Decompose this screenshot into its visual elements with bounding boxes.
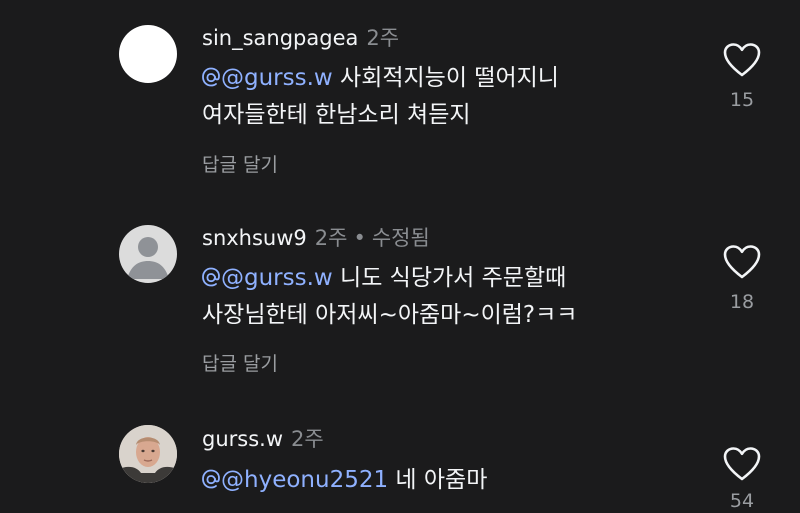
mention-text: @gurss.w [221, 65, 333, 91]
comment-meta: snxhsuw9 2주 • 수정됨 [202, 225, 430, 251]
comment-text: @gurss.w 사회적지능이 떨어지니 여자들한테 한남소리 쳐듣지 [202, 60, 559, 134]
timestamp: 2주 [291, 427, 324, 451]
comment-meta: sin_sangpagea 2주 [202, 25, 399, 51]
photo-avatar-image [119, 425, 177, 483]
mention-text: @gurss.w [221, 265, 333, 291]
like-button[interactable] [722, 244, 762, 280]
comment-line-2: 여자들한테 한남소리 쳐듣지 [202, 102, 471, 128]
threads-at-icon [202, 67, 220, 87]
timestamp: 2주 [314, 226, 348, 250]
comment-line-1: 니도 식당가서 주문할때 [332, 265, 567, 291]
comment-text: @hyeonu2521 네 아줌마 [202, 462, 487, 499]
comment-line-1: 네 아줌마 [388, 467, 488, 493]
like-button[interactable] [722, 446, 762, 482]
mention-link[interactable]: @hyeonu2521 [202, 467, 388, 493]
username[interactable]: sin_sangpagea [202, 26, 358, 50]
mention-link[interactable]: @gurss.w [202, 65, 333, 91]
username[interactable]: gurss.w [202, 427, 283, 451]
separator-dot: • [353, 226, 366, 250]
comment-line-2: 사장님한테 아저씨~아줌마~이럼?ㅋㅋ [202, 302, 578, 328]
avatar[interactable] [119, 25, 177, 83]
heart-outline-icon [723, 245, 761, 279]
reply-button[interactable]: 답글 달기 [202, 349, 278, 376]
username[interactable]: snxhsuw9 [202, 226, 307, 250]
comment-meta: gurss.w 2주 [202, 426, 324, 452]
heart-outline-icon [723, 447, 761, 481]
like-count: 54 [729, 490, 755, 512]
avatar[interactable] [119, 225, 177, 283]
like-count: 18 [729, 291, 755, 313]
timestamp: 2주 [366, 26, 400, 50]
like-button[interactable] [722, 42, 762, 78]
threads-at-icon [202, 469, 220, 489]
default-person-icon [127, 237, 169, 279]
threads-at-icon [202, 267, 220, 287]
mention-text: @hyeonu2521 [221, 467, 389, 493]
heart-outline-icon [723, 43, 761, 77]
like-count: 15 [729, 89, 755, 111]
avatar[interactable] [119, 425, 177, 483]
comment-line-1: 사회적지능이 떨어지니 [332, 65, 559, 91]
comment-text: @gurss.w 니도 식당가서 주문할때 사장님한테 아저씨~아줌마~이럼?ㅋ… [202, 260, 577, 334]
mention-link[interactable]: @gurss.w [202, 265, 333, 291]
reply-button[interactable]: 답글 달기 [202, 150, 278, 177]
edited-label: 수정됨 [371, 226, 430, 250]
